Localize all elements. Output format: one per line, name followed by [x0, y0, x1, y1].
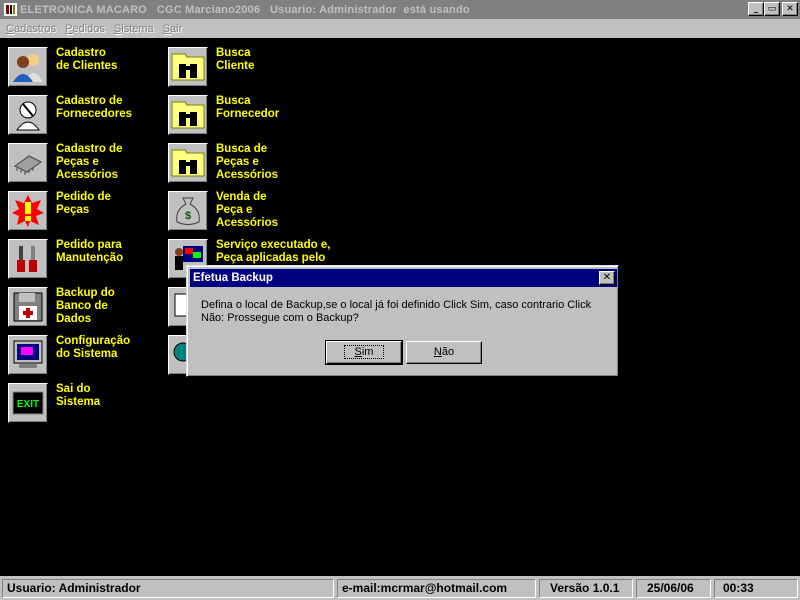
monitor-icon — [13, 340, 43, 368]
tile-busca-fornecedor: Busca Fornecedor — [168, 95, 318, 137]
status-email: e-mail:mcrmar@hotmail.com — [337, 579, 536, 598]
backup-dialog: Efetua Backup ✕ Defina o local de Backup… — [186, 265, 619, 377]
close-icon: ✕ — [602, 272, 612, 283]
supplier-icon — [16, 101, 40, 131]
pedido-manutencao-button[interactable] — [8, 239, 48, 279]
alert-icon — [12, 195, 44, 227]
yes-button-label: Sim — [343, 345, 385, 359]
chip-icon — [14, 155, 42, 175]
venda-pecas-button[interactable]: $ — [168, 191, 208, 231]
cadastro-clientes-button[interactable] — [8, 47, 48, 87]
configuracao-button[interactable] — [8, 335, 48, 375]
sair-label: Sai do Sistema — [56, 383, 101, 408]
tile-cadastro-pecas: Cadastro de Peças e Acessórios — [8, 143, 158, 185]
no-button-label: Não — [433, 346, 455, 358]
servico-executado-label: Serviço executado e, Peça aplicadas pelo — [216, 239, 331, 264]
tile-pedido-pecas: Pedido de Peças — [8, 191, 158, 233]
status-version: Versão 1.0.1 — [539, 579, 633, 598]
tile-venda-pecas: $ Venda de Peça e Acessórios — [168, 191, 318, 233]
status-time: 00:33 — [714, 579, 798, 598]
dialog-title: Efetua Backup — [193, 272, 273, 284]
sair-button[interactable]: EXIT — [8, 383, 48, 423]
busca-pecas-label: Busca de Peças e Acessórios — [216, 143, 279, 181]
clients-icon — [13, 54, 43, 82]
backup-label: Backup do Banco de Dados — [56, 287, 115, 325]
binoculars-icon — [171, 101, 205, 129]
cadastro-fornecedores-button[interactable] — [8, 95, 48, 135]
venda-pecas-label: Venda de Peça e Acessórios — [216, 191, 279, 229]
pedido-pecas-button[interactable] — [8, 191, 48, 231]
tile-pedido-manutencao: Pedido para Manutenção — [8, 239, 158, 281]
tools-icon — [17, 246, 37, 272]
exit-icon-text: EXIT — [17, 399, 39, 410]
close-icon: ✕ — [786, 3, 794, 14]
tile-busca-pecas: Busca de Peças e Acessórios — [168, 143, 318, 185]
svg-text:$: $ — [185, 210, 191, 222]
window-title: ELETRONICA MACARO CGC Marciano2006 Usuar… — [20, 3, 470, 16]
close-button[interactable]: ✕ — [782, 2, 798, 16]
menu-cadastros[interactable]: Cadastros — [3, 23, 59, 35]
cadastro-pecas-button[interactable] — [8, 143, 48, 183]
menu-pedidos[interactable]: Pedidos — [62, 23, 108, 35]
pedido-pecas-label: Pedido de Peças — [56, 191, 111, 216]
floppy-icon — [13, 292, 43, 322]
no-button[interactable]: Não — [406, 341, 482, 364]
cadastro-clientes-label: Cadastro de Clientes — [56, 47, 118, 72]
tile-backup: Backup do Banco de Dados — [8, 287, 158, 329]
backup-button[interactable] — [8, 287, 48, 327]
menu-sair[interactable]: Sair — [160, 23, 186, 35]
cadastro-fornecedores-label: Cadastro de Fornecedores — [56, 95, 133, 120]
configuracao-label: Configuração do Sistema — [56, 335, 131, 360]
restore-button[interactable]: ▭ — [764, 2, 780, 16]
dialog-message: Defina o local de Backup,se o local já f… — [201, 299, 592, 324]
busca-pecas-button[interactable] — [168, 143, 208, 183]
busca-cliente-label: Busca Cliente — [216, 47, 255, 72]
status-date: 25/06/06 — [636, 579, 711, 598]
tile-cadastro-fornecedores: Cadastro de Fornecedores — [8, 95, 158, 137]
restore-icon: ▭ — [767, 3, 777, 14]
minimize-icon: _ — [753, 3, 759, 14]
menu-bar: Cadastros Pedidos Sistema Sair — [0, 19, 800, 38]
status-bar: Usuario: Administrador e-mail:mcrmar@hot… — [0, 576, 800, 600]
dialog-close-button[interactable]: ✕ — [599, 271, 615, 285]
dialog-title-bar: Efetua Backup ✕ — [190, 269, 617, 287]
yes-button[interactable]: Sim — [325, 340, 403, 365]
binoculars-icon — [171, 149, 205, 177]
tile-cadastro-clientes: Cadastro de Clientes — [8, 47, 158, 89]
busca-fornecedor-button[interactable] — [168, 95, 208, 135]
money-bag-icon: $ — [176, 197, 200, 225]
binoculars-icon — [171, 53, 205, 81]
menu-sistema[interactable]: Sistema — [111, 23, 157, 35]
pedido-manutencao-label: Pedido para Manutenção — [56, 239, 124, 264]
app-icon[interactable] — [3, 3, 17, 17]
tile-sair: EXIT Sai do Sistema — [8, 383, 158, 425]
minimize-button[interactable]: _ — [748, 2, 764, 16]
busca-fornecedor-label: Busca Fornecedor — [216, 95, 280, 120]
status-user: Usuario: Administrador — [2, 579, 334, 598]
cadastro-pecas-label: Cadastro de Peças e Acessórios — [56, 143, 123, 181]
tile-configuracao: Configuração do Sistema — [8, 335, 158, 377]
exit-icon: EXIT — [12, 391, 44, 415]
busca-cliente-button[interactable] — [168, 47, 208, 87]
tile-busca-cliente: Busca Cliente — [168, 47, 318, 89]
title-bar: ELETRONICA MACARO CGC Marciano2006 Usuar… — [0, 0, 800, 19]
